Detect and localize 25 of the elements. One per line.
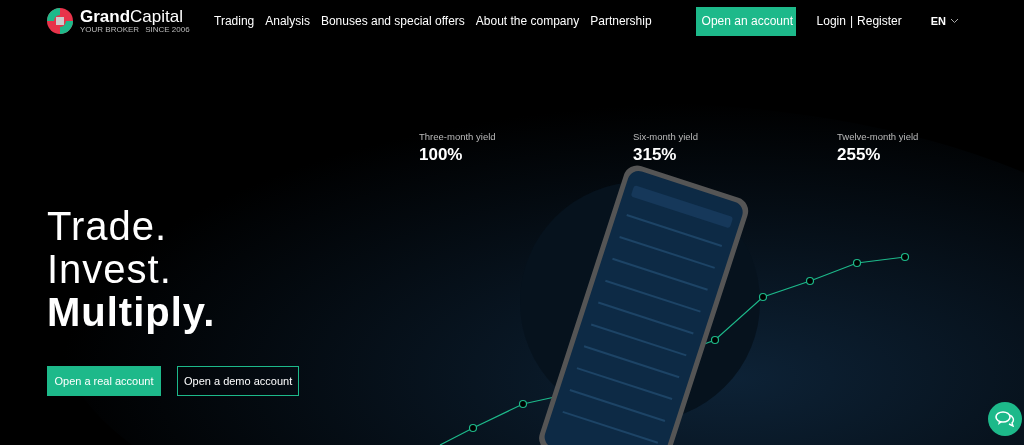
nav-link[interactable]: About the company	[475, 14, 580, 28]
account-button[interactable]: Open a demo account	[177, 366, 299, 396]
separator: |	[849, 14, 854, 28]
login-link[interactable]: Login	[816, 14, 846, 28]
nav-link[interactable]: Trading	[214, 14, 255, 28]
register-link[interactable]: Register	[857, 14, 902, 28]
stat-value: 315%	[633, 145, 678, 165]
stat-value: 255%	[837, 145, 882, 165]
chat-icon	[995, 411, 1015, 427]
headline: Multiply.	[47, 291, 216, 334]
headline: Trade.	[47, 205, 168, 248]
logo-icon	[46, 7, 74, 35]
stat-value: 100%	[419, 145, 464, 165]
nav-link[interactable]: Analysis	[265, 14, 310, 28]
logo-text: GrandCapital	[80, 8, 184, 25]
logo-tagline: YOUR BROKER	[80, 26, 140, 34]
language-selector[interactable]: EN	[930, 15, 960, 27]
stat-label: Six-month yield	[633, 131, 699, 142]
logo-tagline: SINCE 2006	[145, 26, 190, 34]
stat-label: Twelve-month yield	[837, 131, 920, 142]
nav-link[interactable]: Partnership	[590, 14, 652, 28]
headline: Invest.	[47, 248, 172, 291]
chevron-icon	[950, 18, 960, 24]
nav-link[interactable]: Bonuses and special offers	[320, 14, 465, 28]
stat-label: Three-month yield	[419, 131, 497, 142]
